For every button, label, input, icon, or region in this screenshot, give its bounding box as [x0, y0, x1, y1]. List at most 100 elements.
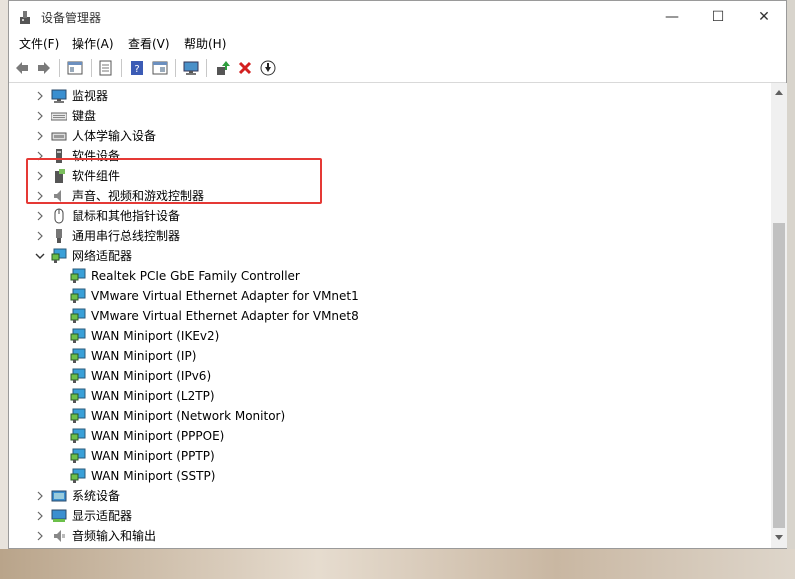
chevron-right-icon[interactable] [35, 510, 45, 522]
show-hide-tree-button[interactable] [65, 58, 85, 78]
tree-child-label: WAN Miniport (L2TP) [91, 389, 215, 403]
toolbar-separator [175, 59, 176, 77]
tree-child-label: VMware Virtual Ethernet Adapter for VMne… [91, 289, 359, 303]
background-left [0, 0, 8, 549]
scroll-up-icon[interactable] [775, 89, 783, 95]
tree-child-network-adapter[interactable]: WAN Miniport (IPv6) [9, 366, 749, 386]
svg-text:?: ? [134, 64, 139, 75]
tree-child-network-adapter[interactable]: WAN Miniport (IP) [9, 346, 749, 366]
chevron-right-icon[interactable] [35, 230, 45, 242]
tree-child-label: WAN Miniport (PPPOE) [91, 429, 225, 443]
network-adapter-icon [70, 268, 86, 283]
network-adapter-icon [70, 308, 86, 323]
uninstall-button[interactable] [235, 58, 255, 78]
network-adapter-icon [70, 448, 86, 463]
tree-child-network-adapter[interactable]: WAN Miniport (IKEv2) [9, 326, 749, 346]
tree-child-label: WAN Miniport (PPTP) [91, 449, 215, 463]
tree-child-network-adapter[interactable]: WAN Miniport (PPPOE) [9, 426, 749, 446]
chevron-right-icon[interactable] [35, 210, 45, 222]
monitor-icon [51, 89, 67, 103]
scroll-down-icon[interactable] [775, 535, 783, 541]
console-button[interactable] [150, 58, 170, 78]
network-adapter-icon [51, 248, 67, 263]
tree-child-label: VMware Virtual Ethernet Adapter for VMne… [91, 309, 359, 323]
tree-child-network-adapter[interactable]: VMware Virtual Ethernet Adapter for VMne… [9, 306, 749, 326]
network-adapter-icon [70, 348, 86, 363]
toolbar-separator [59, 59, 60, 77]
chevron-right-icon[interactable] [35, 110, 45, 122]
device-manager-window: 设备管理器 — ☐ ✕ 文件(F) 操作(A) 查看(V) 帮助(H) ? 监视… [8, 0, 787, 549]
tree-node-usb[interactable]: 通用串行总线控制器 [9, 226, 749, 246]
window-title: 设备管理器 [41, 11, 102, 25]
minimize-button[interactable]: — [649, 1, 695, 33]
tree-child-network-adapter[interactable]: WAN Miniport (L2TP) [9, 386, 749, 406]
tree-node-system-device[interactable]: 系统设备 [9, 486, 749, 506]
toolbar-separator [206, 59, 207, 77]
tree-node-label: 监视器 [72, 89, 109, 103]
tree-child-network-adapter[interactable]: Realtek PCIe GbE Family Controller [9, 266, 749, 286]
console-icon [152, 61, 168, 75]
forward-icon [38, 62, 50, 74]
chevron-right-icon[interactable] [35, 490, 45, 502]
back-button[interactable] [12, 58, 32, 78]
tree-child-network-adapter[interactable]: WAN Miniport (SSTP) [9, 466, 749, 486]
audio-io-icon [54, 530, 65, 542]
forward-button[interactable] [34, 58, 54, 78]
tree-node-audio-io[interactable]: 音频输入和输出 [9, 526, 749, 546]
monitor-icon [183, 61, 199, 75]
tree-node-label: 网络适配器 [72, 249, 133, 263]
scan-hardware-button[interactable] [181, 58, 201, 78]
device-manager-icon [20, 11, 30, 24]
toolbar: ? [9, 54, 786, 83]
tree-node-label: 显示适配器 [72, 509, 133, 523]
tree-node-monitor[interactable]: 监视器 [9, 86, 749, 106]
usb-icon [56, 229, 62, 243]
chevron-down-icon[interactable] [35, 250, 45, 262]
tree-child-label: WAN Miniport (IKEv2) [91, 329, 220, 343]
scrollbar-thumb[interactable] [773, 223, 785, 528]
tree-node-mouse[interactable]: 鼠标和其他指针设备 [9, 206, 749, 226]
tree-child-label: WAN Miniport (IPv6) [91, 369, 212, 383]
network-adapter-icon [70, 428, 86, 443]
network-adapter-icon [70, 388, 86, 403]
tree-node-label: 键盘 [72, 109, 97, 123]
keyboard-icon [51, 112, 67, 121]
menu-help[interactable]: 帮助(H) [184, 35, 226, 52]
chevron-right-icon[interactable] [35, 530, 45, 542]
tree-child-label: Realtek PCIe GbE Family Controller [91, 269, 300, 283]
close-glyph: ✕ [758, 9, 770, 25]
chevron-right-icon[interactable] [35, 130, 45, 142]
menu-bar: 文件(F) 操作(A) 查看(V) 帮助(H) [9, 33, 786, 53]
tree-node-keyboard[interactable]: 键盘 [9, 106, 749, 126]
network-adapter-icon [70, 408, 86, 423]
menu-action[interactable]: 操作(A) [72, 35, 114, 52]
help-button[interactable]: ? [127, 58, 147, 78]
toolbar-separator [91, 59, 92, 77]
network-adapter-icon [70, 368, 86, 383]
download-icon [260, 60, 276, 76]
update-driver-button[interactable] [212, 58, 232, 78]
uninstall-icon [238, 61, 252, 75]
properties-button[interactable] [95, 58, 115, 78]
tree-child-network-adapter[interactable]: VMware Virtual Ethernet Adapter for VMne… [9, 286, 749, 306]
tree-node-network-adapter[interactable]: 网络适配器 [9, 246, 749, 266]
tree-child-network-adapter[interactable]: WAN Miniport (PPTP) [9, 446, 749, 466]
network-adapter-icon [70, 468, 86, 483]
maximize-glyph: ☐ [711, 9, 725, 25]
disable-device-button[interactable] [258, 58, 278, 78]
title-bar: 设备管理器 — ☐ ✕ [9, 1, 786, 33]
update-driver-icon [217, 61, 230, 75]
minimize-glyph: — [665, 9, 679, 25]
menu-file[interactable]: 文件(F) [19, 35, 59, 52]
tree-child-network-adapter[interactable]: WAN Miniport (Network Monitor) [9, 406, 749, 426]
vertical-scrollbar[interactable] [771, 83, 787, 548]
chevron-right-icon[interactable] [35, 90, 45, 102]
network-adapter-icon [70, 328, 86, 343]
toolbar-separator [121, 59, 122, 77]
close-button[interactable]: ✕ [741, 1, 787, 33]
menu-view[interactable]: 查看(V) [128, 35, 170, 52]
maximize-button[interactable]: ☐ [695, 1, 741, 33]
network-adapter-highlight [26, 158, 322, 204]
tree-node-display-adapter[interactable]: 显示适配器 [9, 506, 749, 526]
tree-node-hid[interactable]: 人体学输入设备 [9, 126, 749, 146]
